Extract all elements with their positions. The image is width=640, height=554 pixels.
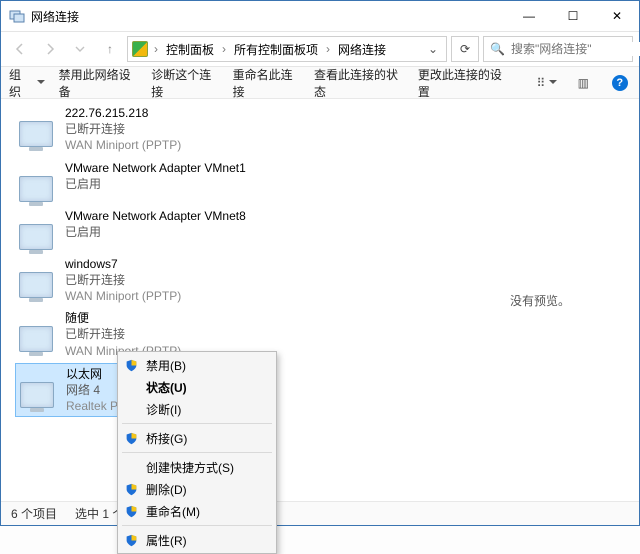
search-input[interactable] xyxy=(511,42,640,56)
uac-shield-icon xyxy=(124,482,138,496)
ctx-properties[interactable]: 属性(R) xyxy=(118,529,276,551)
network-adapter-icon xyxy=(15,208,57,250)
crumb-root[interactable]: 控制面板 xyxy=(164,41,216,58)
connection-status: 已断开连接 xyxy=(65,272,181,288)
no-preview-label: 没有预览。 xyxy=(510,292,570,309)
search-box[interactable]: 🔍 xyxy=(483,36,633,62)
ctx-diagnose[interactable]: 诊断(I) xyxy=(118,398,276,420)
change-settings-button[interactable]: 更改此连接的设置 xyxy=(418,66,508,100)
window-controls: — ☐ ✕ xyxy=(507,1,639,31)
connection-name: 222.76.215.218 xyxy=(65,105,181,121)
connection-status: 已启用 xyxy=(65,176,246,192)
maximize-button[interactable]: ☐ xyxy=(551,1,595,31)
item-count: 6 个项目 xyxy=(11,505,57,522)
context-menu: 禁用(B) 状态(U) 诊断(I) 桥接(G) 创建快捷方式(S) 删除(D) … xyxy=(117,351,277,554)
ctx-delete[interactable]: 删除(D) xyxy=(118,478,276,500)
connection-status: 已断开连接 xyxy=(65,121,181,137)
window-frame: 网络连接 — ☐ ✕ ↑ › 控制面板 › 所有控制面板项 › 网络连接 ⌄ ⟳… xyxy=(0,0,640,526)
crumb-sep-icon: › xyxy=(324,42,332,56)
network-adapter-icon xyxy=(15,160,57,202)
rename-button[interactable]: 重命名此连接 xyxy=(233,66,300,100)
forward-button[interactable] xyxy=(37,36,63,62)
connection-item[interactable]: 222.76.215.218 已断开连接 WAN Miniport (PPTP) xyxy=(15,103,441,156)
connection-device: WAN Miniport (PPTP) xyxy=(65,137,181,153)
ctx-status[interactable]: 状态(U) xyxy=(118,376,276,398)
minimize-button[interactable]: — xyxy=(507,1,551,31)
network-adapter-icon xyxy=(15,105,57,147)
recent-dropdown[interactable] xyxy=(67,36,93,62)
connection-item[interactable]: VMware Network Adapter VMnet8 已启用 xyxy=(15,206,441,252)
uac-shield-icon xyxy=(124,431,138,445)
app-icon xyxy=(9,8,25,24)
diagnose-button[interactable]: 诊断这个连接 xyxy=(151,66,218,100)
up-button[interactable]: ↑ xyxy=(97,36,123,62)
search-icon: 🔍 xyxy=(490,42,505,56)
menu-separator xyxy=(122,452,272,453)
network-adapter-icon xyxy=(15,310,57,352)
ctx-create-shortcut[interactable]: 创建快捷方式(S) xyxy=(118,456,276,478)
preview-pane: 没有预览。 xyxy=(441,99,639,501)
ctx-rename[interactable]: 重命名(M) xyxy=(118,500,276,522)
network-adapter-icon xyxy=(15,256,57,298)
close-button[interactable]: ✕ xyxy=(595,1,639,31)
connection-status: 已断开连接 xyxy=(65,326,181,342)
view-status-button[interactable]: 查看此连接的状态 xyxy=(314,66,404,100)
ctx-disable[interactable]: 禁用(B) xyxy=(118,354,276,376)
command-toolbar: 组织 禁用此网络设备 诊断这个连接 重命名此连接 查看此连接的状态 更改此连接的… xyxy=(1,67,639,99)
network-adapter-icon xyxy=(16,366,58,408)
crumb-sep-icon: › xyxy=(220,42,228,56)
organize-button[interactable]: 组织 xyxy=(9,66,45,100)
status-bar: 6 个项目 选中 1 个项目 xyxy=(1,501,639,525)
connection-item[interactable]: VMware Network Adapter VMnet1 已启用 xyxy=(15,158,441,204)
control-panel-icon xyxy=(132,41,148,57)
address-dropdown[interactable]: ⌄ xyxy=(428,42,442,56)
titlebar[interactable]: 网络连接 — ☐ ✕ xyxy=(1,1,639,31)
uac-shield-icon xyxy=(124,358,138,372)
refresh-button[interactable]: ⟳ xyxy=(451,36,479,62)
body-area: 222.76.215.218 已断开连接 WAN Miniport (PPTP)… xyxy=(1,99,639,501)
view-mode-button[interactable]: ⠿ xyxy=(536,71,558,95)
connection-name: 随便 xyxy=(65,310,181,326)
uac-shield-icon xyxy=(124,533,138,547)
connection-item[interactable]: windows7 已断开连接 WAN Miniport (PPTP) xyxy=(15,254,441,307)
help-icon: ? xyxy=(612,75,628,91)
disable-device-button[interactable]: 禁用此网络设备 xyxy=(59,66,138,100)
crumb-leaf[interactable]: 网络连接 xyxy=(336,41,388,58)
nav-bar: ↑ › 控制面板 › 所有控制面板项 › 网络连接 ⌄ ⟳ 🔍 xyxy=(1,31,639,67)
help-button[interactable]: ? xyxy=(609,71,631,95)
crumb-sep-icon: › xyxy=(152,42,160,56)
uac-shield-icon xyxy=(124,504,138,518)
back-button[interactable] xyxy=(7,36,33,62)
address-bar[interactable]: › 控制面板 › 所有控制面板项 › 网络连接 ⌄ xyxy=(127,36,447,62)
window-title: 网络连接 xyxy=(31,8,507,25)
crumb-all-items[interactable]: 所有控制面板项 xyxy=(232,41,320,58)
connection-status: 已启用 xyxy=(65,224,246,240)
ctx-bridge[interactable]: 桥接(G) xyxy=(118,427,276,449)
connection-name: VMware Network Adapter VMnet8 xyxy=(65,208,246,224)
preview-pane-button[interactable]: ▥ xyxy=(572,71,594,95)
connection-name: windows7 xyxy=(65,256,181,272)
connection-name: VMware Network Adapter VMnet1 xyxy=(65,160,246,176)
menu-separator xyxy=(122,423,272,424)
connection-device: WAN Miniport (PPTP) xyxy=(65,288,181,304)
